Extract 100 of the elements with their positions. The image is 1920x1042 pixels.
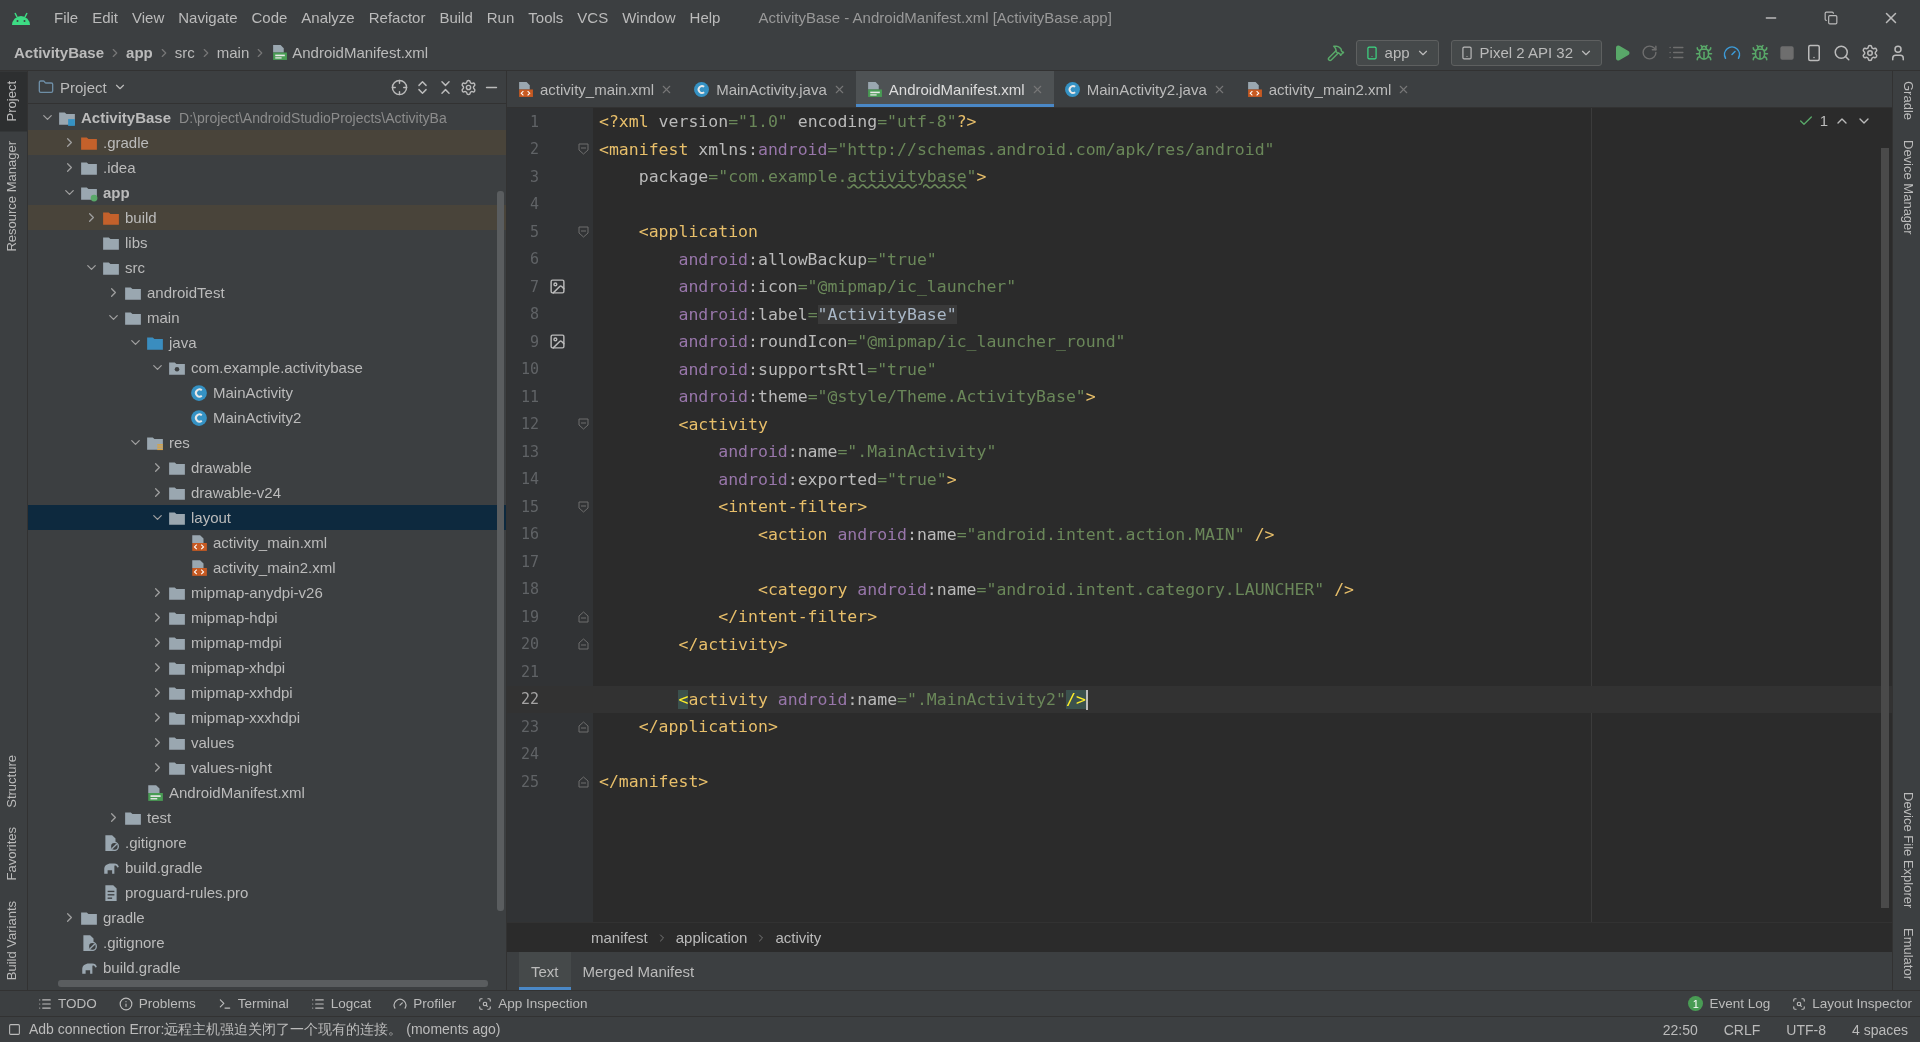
tree-item[interactable]: test [28,805,506,830]
restore-icon[interactable] [1824,10,1838,25]
editor-tab[interactable]: MainActivity.java [683,71,856,107]
tool-window-button[interactable]: Profiler [393,996,457,1011]
breadcrumb[interactable]: application [675,929,748,946]
breadcrumb[interactable]: activity [775,929,822,946]
tool-window-button[interactable]: Logcat [310,996,372,1011]
tree-item[interactable]: ActivityBase D:\project\AndroidStudioProjects\ActivityBa [28,105,506,130]
tool-window-button[interactable]: Layout Inspector [1792,996,1912,1011]
tree-item[interactable]: app [28,180,506,205]
editor-tab[interactable]: activity_main.xml [507,71,684,107]
status-item[interactable]: CRLF [1723,1021,1761,1038]
run-configuration-dropdown[interactable]: app [1355,39,1439,66]
tree-item[interactable]: activity_main.xml [28,530,506,555]
tool-window-tab[interactable]: Device File Explorer [1893,781,1920,918]
account-icon[interactable] [1889,43,1907,62]
search-icon[interactable] [1833,43,1851,62]
tool-window-button[interactable]: App Inspection [478,996,588,1011]
tree-item[interactable]: mipmap-hdpi [28,605,506,630]
tree-item[interactable]: mipmap-mdpi [28,630,506,655]
breadcrumb[interactable]: app [126,44,153,61]
tree-item[interactable]: activity_main2.xml [28,555,506,580]
tool-window-button[interactable]: TODO [38,996,97,1011]
tool-window-tab[interactable]: Resource Manager [0,131,27,263]
locate-icon[interactable] [391,78,408,96]
fold-icon[interactable] [577,775,589,788]
tree-item[interactable]: main [28,305,506,330]
menu-item[interactable]: File [48,9,85,26]
tree-item[interactable]: build.gradle [28,955,506,980]
settings-icon[interactable] [460,78,477,96]
editor-tab[interactable]: AndroidManifest.xml [855,71,1054,107]
scrollbar[interactable] [58,980,488,987]
menu-item[interactable]: Code [245,9,294,26]
tree-item[interactable]: AndroidManifest.xml [28,780,506,805]
tree-item[interactable]: MainActivity [28,380,506,405]
tree-item[interactable]: java [28,330,506,355]
menu-item[interactable]: Navigate [172,9,244,26]
panel-title[interactable]: Project [60,78,107,96]
fold-icon[interactable] [577,225,589,238]
menu-item[interactable]: VCS [571,9,615,26]
breadcrumb[interactable]: main [216,44,250,61]
list-icon[interactable] [1668,44,1685,61]
tree-item[interactable]: mipmap-xhdpi [28,655,506,680]
tree-item[interactable]: mipmap-xxhdpi [28,680,506,705]
rerun-icon[interactable] [1641,44,1658,61]
tree-item[interactable]: libs [28,230,506,255]
tree-item[interactable]: build.gradle [28,855,506,880]
fold-icon[interactable] [577,638,589,651]
tree-item[interactable]: drawable-v24 [28,480,506,505]
tree-item[interactable]: mipmap-xxxhdpi [28,705,506,730]
scrollbar[interactable] [1881,148,1889,908]
tool-window-button[interactable]: 1 Event Log [1688,996,1771,1011]
run-icon[interactable] [1613,43,1631,62]
tool-window-button[interactable]: Terminal [217,996,289,1011]
tree-item[interactable]: com.example.activitybase [28,355,506,380]
device-dropdown[interactable]: Pixel 2 API 32 [1450,39,1602,66]
debug-icon[interactable] [1695,43,1713,62]
tree-item[interactable]: mipmap-anydpi-v26 [28,580,506,605]
tool-window-tab[interactable]: Gradle [1893,71,1920,131]
tree-item[interactable]: values [28,730,506,755]
tool-window-tab[interactable]: Build Variants [0,890,27,990]
tool-window-tab[interactable]: Device Manager [1893,130,1920,245]
tool-window-button[interactable]: Problems [118,996,196,1011]
tool-window-tab[interactable]: Structure [0,744,27,818]
menu-item[interactable]: Analyze [295,9,361,26]
tree-item[interactable]: drawable [28,455,506,480]
tree-item[interactable]: androidTest [28,280,506,305]
tree-item[interactable]: build [28,205,506,230]
breadcrumb[interactable]: manifest [591,929,648,946]
tree-item[interactable]: layout [28,505,506,530]
tool-window-tab[interactable]: Project [0,71,27,132]
status-icon[interactable] [8,1023,21,1036]
fold-icon[interactable] [577,418,589,431]
tree-item[interactable]: .idea [28,155,506,180]
tree-item[interactable]: res [28,430,506,455]
breadcrumb[interactable]: src [174,44,195,61]
fold-icon[interactable] [577,143,589,156]
menu-item[interactable]: Window [616,9,682,26]
device-manager-icon[interactable] [1805,43,1823,62]
fold-icon[interactable] [577,500,589,513]
menu-item[interactable]: View [126,9,171,26]
breadcrumb[interactable]: AndroidManifest.xml [271,44,429,61]
view-tab[interactable]: Text [519,952,571,990]
menu-item[interactable]: Run [480,9,521,26]
image-icon[interactable] [548,278,566,296]
menu-item[interactable]: Tools [522,9,570,26]
fold-icon[interactable] [577,720,589,733]
tree-item[interactable]: .gitignore [28,930,506,955]
settings-icon[interactable] [1861,43,1879,62]
profiler-icon[interactable] [1723,43,1741,62]
editor-tab[interactable]: MainActivity2.java [1053,71,1236,107]
status-item[interactable]: 22:50 [1662,1021,1698,1038]
attach-debugger-icon[interactable] [1751,43,1769,62]
tree-item[interactable]: .gradle [28,130,506,155]
status-item[interactable]: 4 spaces [1851,1021,1908,1038]
tree-item[interactable]: .gitignore [28,830,506,855]
tool-window-tab[interactable]: Favorites [0,817,27,891]
image-icon[interactable] [548,333,566,351]
breadcrumb[interactable]: ActivityBase [14,44,105,61]
tree-item[interactable]: gradle [28,905,506,930]
